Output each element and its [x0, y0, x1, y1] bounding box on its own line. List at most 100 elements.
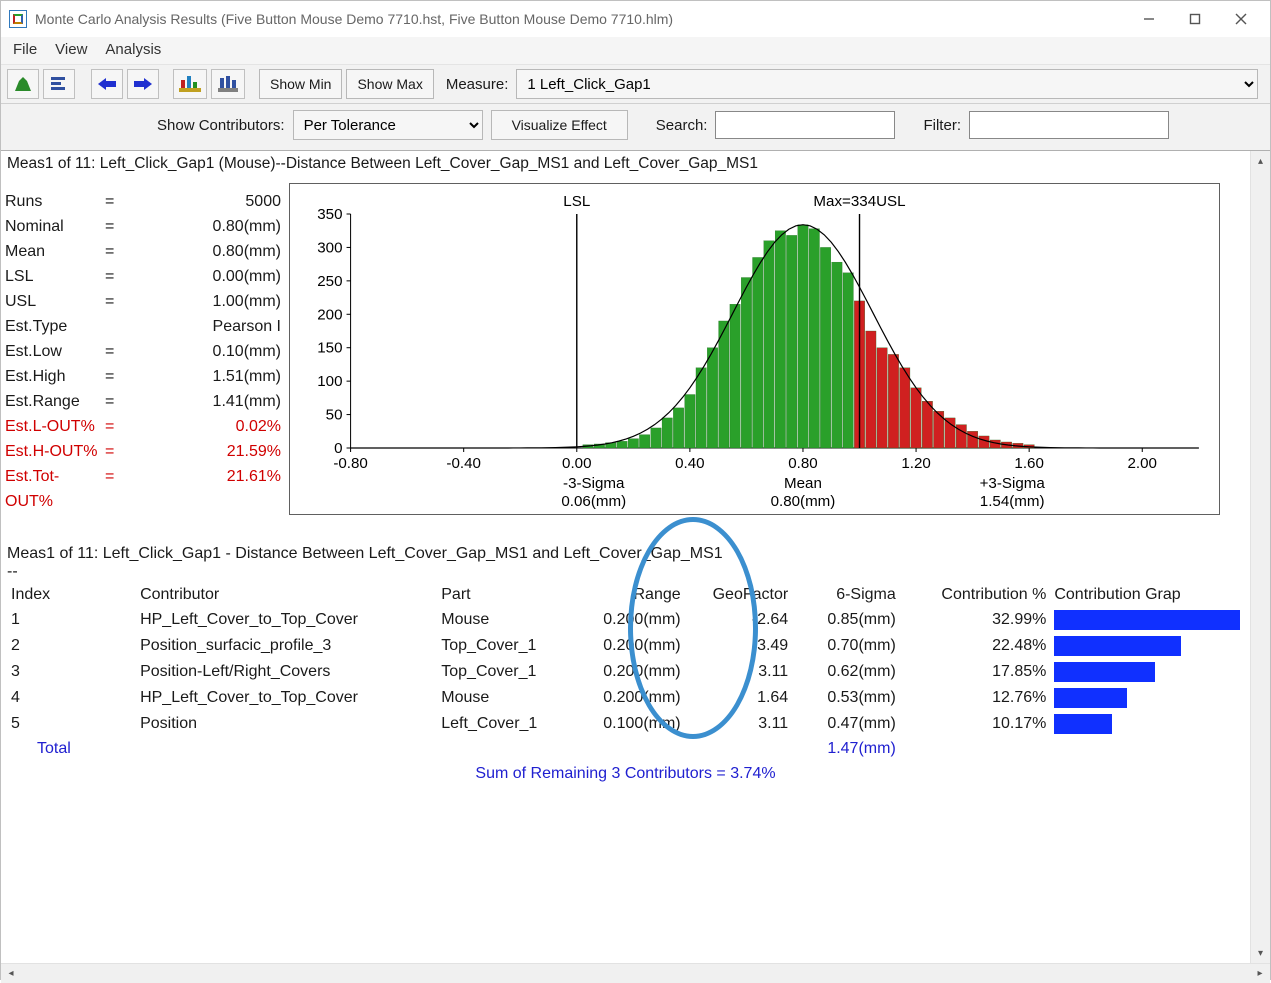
stat-eq: =	[105, 339, 135, 364]
stat-row: Mean=0.80(mm)	[5, 239, 289, 264]
cell-six-sigma: 0.85(mm)	[792, 607, 900, 633]
stat-eq: =	[105, 239, 135, 264]
align-left-icon[interactable]	[43, 69, 75, 99]
show-min-button[interactable]: Show Min	[259, 69, 342, 99]
stat-eq: =	[105, 364, 135, 389]
stats-panel: Runs=5000Nominal=0.80(mm)Mean=0.80(mm)LS…	[5, 183, 289, 515]
show-contributors-label: Show Contributors:	[157, 117, 285, 134]
stat-row: Runs=5000	[5, 189, 289, 214]
filter-label: Filter:	[923, 117, 961, 134]
cell-contributor: Position-Left/Right_Covers	[136, 659, 437, 685]
stat-value: 5000	[135, 189, 289, 214]
menu-view[interactable]: View	[55, 41, 87, 58]
sum-remaining: Sum of Remaining 3 Contributors = 3.74%	[7, 761, 1244, 783]
close-button[interactable]	[1218, 4, 1264, 34]
cell-range: 0.200(mm)	[577, 607, 685, 633]
cell-geofactor: 1.64	[685, 685, 793, 711]
svg-text:300: 300	[317, 239, 342, 256]
cell-bar	[1050, 685, 1244, 711]
stat-label: Mean	[5, 239, 105, 264]
cell-range: 0.200(mm)	[577, 633, 685, 659]
cell-pct: 22.48%	[900, 633, 1051, 659]
stat-value: 0.00(mm)	[135, 264, 289, 289]
cell-contributor: HP_Left_Cover_to_Top_Cover	[136, 685, 437, 711]
svg-text:150: 150	[317, 340, 342, 357]
cell-part: Left_Cover_1	[437, 711, 577, 737]
stat-value: 1.00(mm)	[135, 289, 289, 314]
total-six-sigma: 1.47(mm)	[792, 737, 900, 761]
cell-bar	[1050, 607, 1244, 633]
stat-eq: =	[105, 439, 135, 464]
next-arrow-icon[interactable]	[127, 69, 159, 99]
scroll-right-icon[interactable]: ▸	[1250, 964, 1270, 983]
menu-file[interactable]: File	[13, 41, 37, 58]
cell-six-sigma: 0.47(mm)	[792, 711, 900, 737]
cell-index: 5	[7, 711, 136, 737]
horizontal-scrollbar[interactable]: ◂ ▸	[1, 963, 1270, 983]
stat-value: 0.80(mm)	[135, 239, 289, 264]
svg-text:+3-Sigma: +3-Sigma	[980, 475, 1046, 492]
show-max-button[interactable]: Show Max	[346, 69, 433, 99]
stat-value: 0.10(mm)	[135, 339, 289, 364]
stat-value: Pearson I	[135, 314, 289, 339]
svg-text:-0.80: -0.80	[333, 455, 368, 472]
cell-geofactor: 3.49	[685, 633, 793, 659]
prev-arrow-icon[interactable]	[91, 69, 123, 99]
svg-text:1.60: 1.60	[1014, 455, 1043, 472]
stat-label: Nominal	[5, 214, 105, 239]
toolbar-secondary: Show Contributors: Per Tolerance Visuali…	[1, 104, 1270, 151]
maximize-button[interactable]	[1172, 4, 1218, 34]
stat-label: USL	[5, 289, 105, 314]
table-row: 1HP_Left_Cover_to_Top_CoverMouse0.200(mm…	[7, 607, 1244, 633]
table-row: 4HP_Left_Cover_to_Top_CoverMouse0.200(mm…	[7, 685, 1244, 711]
cell-contributor: HP_Left_Cover_to_Top_Cover	[136, 607, 437, 633]
scroll-down-icon[interactable]: ▾	[1251, 943, 1270, 963]
svg-text:0.80: 0.80	[788, 455, 817, 472]
cell-contributor: Position_surfacic_profile_3	[136, 633, 437, 659]
stat-eq: =	[105, 464, 135, 514]
tool-settings-icon[interactable]	[211, 69, 245, 99]
cell-range: 0.200(mm)	[577, 659, 685, 685]
cell-index: 2	[7, 633, 136, 659]
stat-row: USL=1.00(mm)	[5, 289, 289, 314]
table-header-row: IndexContributorPartRangeGeoFactor6-Sigm…	[7, 583, 1244, 607]
measure-label: Measure:	[446, 76, 509, 93]
search-input[interactable]	[715, 111, 895, 139]
cell-geofactor: 3.11	[685, 659, 793, 685]
stat-value: 0.80(mm)	[135, 214, 289, 239]
svg-text:0.40: 0.40	[675, 455, 704, 472]
scroll-left-icon[interactable]: ◂	[1, 964, 21, 983]
svg-text:1.20: 1.20	[901, 455, 930, 472]
scroll-up-icon[interactable]: ▴	[1251, 151, 1270, 171]
histogram-icon[interactable]	[7, 69, 39, 99]
show-contributors-select[interactable]: Per Tolerance	[293, 110, 483, 140]
contributors-dashes: --	[7, 563, 1244, 581]
contributors-header: Meas1 of 11: Left_Click_Gap1 - Distance …	[7, 545, 1244, 563]
stat-label: Est.Tot-OUT%	[5, 464, 105, 514]
cell-contributor: Position	[136, 711, 437, 737]
stat-eq: =	[105, 414, 135, 439]
stat-eq: =	[105, 264, 135, 289]
measure-select[interactable]: 1 Left_Click_Gap1	[516, 69, 1258, 99]
minimize-button[interactable]	[1126, 4, 1172, 34]
svg-text:LSL: LSL	[563, 193, 590, 210]
stat-label: Est.Type	[5, 314, 105, 339]
vertical-scrollbar[interactable]: ▴ ▾	[1250, 151, 1270, 963]
tool-chart-icon[interactable]	[173, 69, 207, 99]
cell-six-sigma: 0.70(mm)	[792, 633, 900, 659]
cell-part: Mouse	[437, 685, 577, 711]
stat-row: LSL=0.00(mm)	[5, 264, 289, 289]
svg-text:-0.40: -0.40	[446, 455, 481, 472]
svg-text:Max=334USL: Max=334USL	[813, 193, 905, 210]
menu-analysis[interactable]: Analysis	[105, 41, 161, 58]
filter-input[interactable]	[969, 111, 1169, 139]
stat-label: Runs	[5, 189, 105, 214]
svg-text:200: 200	[317, 306, 342, 323]
search-label: Search:	[656, 117, 708, 134]
svg-text:0.06(mm): 0.06(mm)	[561, 493, 626, 510]
visualize-effect-button[interactable]: Visualize Effect	[491, 110, 628, 140]
stat-row: Est.Low=0.10(mm)	[5, 339, 289, 364]
cell-pct: 32.99%	[900, 607, 1051, 633]
stat-value: 21.61%	[135, 464, 289, 514]
stat-value: 1.51(mm)	[135, 364, 289, 389]
